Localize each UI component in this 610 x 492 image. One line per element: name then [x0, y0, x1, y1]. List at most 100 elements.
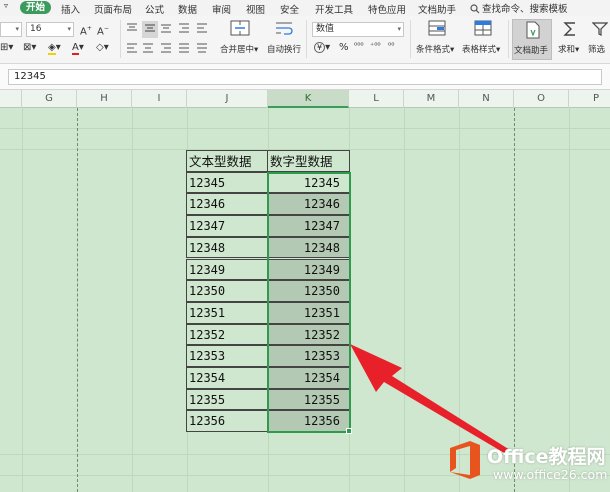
increase-font-icon[interactable]: A+	[80, 23, 92, 38]
distribute-icon[interactable]	[196, 43, 208, 56]
column-header-partial[interactable]	[0, 90, 22, 108]
command-search[interactable]: 查找命令、搜索模板	[470, 1, 568, 15]
number-cell[interactable]: 12355	[267, 388, 350, 411]
text-cell[interactable]: 12348	[186, 236, 268, 259]
doc-assistant-label: 文档助手	[514, 46, 549, 56]
column-header-m[interactable]: M	[404, 90, 459, 108]
chevron-down-icon: ▾	[397, 25, 401, 33]
justify-icon[interactable]	[178, 43, 190, 56]
number-cell[interactable]: 12352	[267, 323, 350, 346]
align-bottom-icon[interactable]	[160, 23, 172, 36]
menu-tab-insert[interactable]: 插入	[61, 2, 80, 16]
number-cell[interactable]: 12354	[267, 367, 350, 389]
align-right-icon[interactable]	[160, 43, 172, 56]
text-cell[interactable]: 12353	[186, 345, 268, 367]
menu-tab-doc-assistant[interactable]: 文档助手	[418, 2, 456, 16]
number-cell[interactable]: 12348	[267, 236, 350, 259]
page-break-line	[77, 108, 78, 492]
align-middle-icon[interactable]	[142, 21, 158, 38]
header-cell-text-data[interactable]: 文本型数据	[186, 150, 268, 172]
column-header-g[interactable]: G	[22, 90, 77, 108]
text-cell[interactable]: 12349	[186, 258, 268, 281]
column-header-l[interactable]: L	[349, 90, 404, 108]
decrease-decimal-icon[interactable]: ⁰⁰	[388, 40, 394, 52]
align-top-icon[interactable]	[126, 23, 138, 36]
filter-button[interactable]: 筛选	[588, 43, 605, 55]
cell-style-icon[interactable]: ⊠▾	[23, 42, 36, 54]
column-header-i[interactable]: I	[132, 90, 187, 108]
increase-decimal-icon[interactable]: ⁺⁰⁰	[370, 40, 381, 52]
number-cell[interactable]: 12351	[267, 301, 350, 324]
column-header-j[interactable]: J	[187, 90, 268, 108]
conditional-format-button[interactable]: 条件格式▾	[416, 43, 454, 55]
text-cell[interactable]: 12346	[186, 193, 268, 216]
text-cell[interactable]: 12354	[186, 367, 268, 389]
text-cell[interactable]: 12355	[186, 388, 268, 411]
column-header-k[interactable]: K	[268, 90, 349, 108]
column-header-p[interactable]: P	[569, 90, 610, 108]
header-cell-number-data[interactable]: 数字型数据	[267, 150, 350, 172]
decrease-font-icon[interactable]: A−	[97, 23, 109, 38]
number-cell[interactable]: 12350	[267, 280, 350, 302]
text-cell[interactable]: 12347	[186, 215, 268, 237]
sum-icon[interactable]	[563, 21, 577, 40]
menu-tab-developer[interactable]: 开发工具	[315, 2, 353, 16]
text-direction-icon[interactable]	[196, 23, 208, 36]
menu-tab-view[interactable]: 视图	[246, 2, 265, 16]
filter-icon[interactable]	[591, 21, 609, 40]
text-cell[interactable]: 12350	[186, 280, 268, 302]
number-cell[interactable]: 12349	[267, 258, 350, 281]
column-header-h[interactable]: H	[77, 90, 132, 108]
clear-format-icon[interactable]: ◇▾	[96, 42, 109, 54]
text-cell[interactable]: 12351	[186, 301, 268, 324]
text-cell[interactable]: 12356	[186, 410, 268, 433]
table-style-button[interactable]: 表格样式▾	[462, 43, 500, 55]
sum-button[interactable]: 求和▾	[558, 43, 579, 55]
menu-tab-page-layout[interactable]: 页面布局	[94, 2, 132, 16]
percent-icon[interactable]: %	[339, 42, 349, 54]
column-header-o[interactable]: O	[514, 90, 569, 108]
text-cell[interactable]: 12345	[186, 171, 268, 194]
auto-wrap-button[interactable]: 自动换行	[267, 43, 301, 55]
auto-wrap-icon[interactable]	[274, 20, 294, 39]
number-cell[interactable]: 12347	[267, 215, 350, 237]
table-row: 12351 12351	[186, 301, 350, 324]
number-format-select[interactable]: 数值 ▾	[312, 22, 404, 37]
number-cell-active[interactable]: 12345	[267, 171, 350, 194]
text-cell[interactable]: 12352	[186, 323, 268, 346]
currency-icon[interactable]: ¥ ▾	[314, 42, 330, 54]
formula-input[interactable]: 12345	[8, 69, 602, 85]
number-cell[interactable]: 12346	[267, 193, 350, 216]
font-color-icon[interactable]: A▾	[72, 42, 84, 55]
table-row: 12347 12347	[186, 215, 350, 237]
font-name-select[interactable]: ▾	[0, 22, 22, 37]
border-icon[interactable]: ⊞▾	[0, 42, 13, 54]
conditional-format-icon[interactable]	[428, 20, 446, 39]
number-cell[interactable]: 12356	[267, 410, 350, 433]
watermark-brand-latin: Office	[487, 446, 549, 468]
doc-assistant-button[interactable]: 文档助手	[512, 19, 552, 60]
merge-center-button[interactable]: 合并居中▾	[220, 43, 258, 55]
column-header-n[interactable]: N	[459, 90, 514, 108]
table-style-icon[interactable]	[474, 20, 492, 39]
menu-tab-home[interactable]: 开始	[20, 1, 52, 14]
align-left-icon[interactable]	[126, 43, 138, 56]
menu-tab-formulas[interactable]: 公式	[145, 2, 164, 16]
table-row: 12356 12356	[186, 410, 350, 433]
thousands-icon[interactable]: ⁰⁰⁰	[354, 40, 364, 52]
fill-color-icon[interactable]: ◈▾	[48, 42, 61, 55]
sheet-grid[interactable]: 文本型数据 数字型数据 12345 12345 12346 12346 1234…	[0, 108, 610, 492]
currency-symbol: ¥	[314, 42, 326, 53]
merge-center-icon[interactable]	[230, 20, 250, 39]
indent-icon[interactable]	[178, 23, 190, 36]
menu-tab-data[interactable]: 数据	[178, 2, 197, 16]
conditional-format-label: 条件格式	[416, 45, 451, 55]
align-center-icon[interactable]	[142, 43, 154, 56]
menu-collapse-icon[interactable]: ▿	[4, 1, 8, 10]
menu-tab-review[interactable]: 审阅	[212, 2, 231, 16]
grid-line	[569, 108, 570, 492]
font-size-select[interactable]: 16 ▾	[26, 22, 74, 37]
menu-tab-special[interactable]: 特色应用	[368, 2, 406, 16]
number-cell[interactable]: 12353	[267, 345, 350, 367]
menu-tab-security[interactable]: 安全	[280, 2, 299, 16]
